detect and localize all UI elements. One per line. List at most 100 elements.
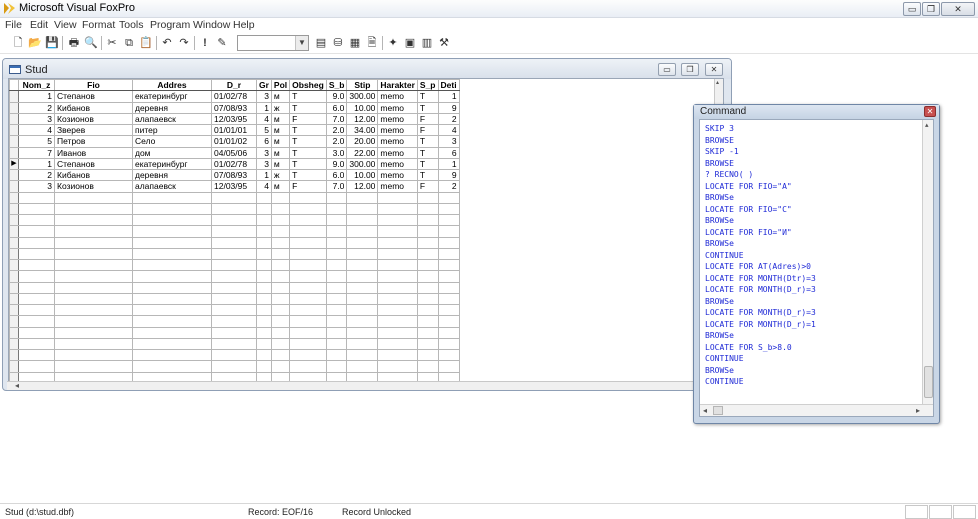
cell-pol[interactable]: ж: [270, 168, 291, 182]
cell-s_p[interactable]: T: [416, 90, 439, 103]
redo-icon[interactable]: ↷: [176, 35, 192, 51]
grid-horizontal-scrollbar[interactable]: ◂: [7, 381, 723, 390]
cell-s_b[interactable]: 9.0: [325, 90, 348, 103]
cell-d_r[interactable]: 01/01/02: [211, 135, 257, 148]
cell-pol[interactable]: м: [270, 135, 291, 148]
column-header-deti[interactable]: Deti: [437, 79, 460, 92]
column-header-s_p[interactable]: S_p: [416, 79, 439, 92]
cell-d_r[interactable]: 07/08/93: [211, 168, 257, 182]
cell-deti[interactable]: 9: [437, 101, 460, 114]
menu-tools[interactable]: Tools: [119, 19, 144, 31]
command-line[interactable]: BROWSe: [705, 192, 816, 204]
menu-program[interactable]: Program: [150, 19, 190, 31]
form-designer-icon[interactable]: ▣: [402, 35, 418, 51]
cell-harakter[interactable]: memo: [377, 135, 418, 148]
cell-addres[interactable]: питер: [132, 123, 212, 137]
column-header-nom_z[interactable]: Nom_z: [18, 79, 55, 92]
command-line[interactable]: LOCATE FOR MONTH(D_r)=1: [705, 319, 816, 331]
cell-s_b[interactable]: 6.0: [325, 168, 348, 182]
cell-s_b[interactable]: 3.0: [325, 146, 348, 159]
cell-obsheg[interactable]: T: [289, 101, 327, 114]
cell-s_b[interactable]: 7.0: [325, 180, 348, 193]
record-selector[interactable]: [9, 123, 19, 137]
cell-d_r[interactable]: 12/03/95: [211, 180, 257, 193]
cell-fio[interactable]: Петров: [54, 135, 133, 148]
cell-pol[interactable]: м: [270, 90, 291, 103]
scroll-right-icon[interactable]: ▸: [916, 406, 920, 415]
cell-harakter[interactable]: memo: [377, 90, 418, 103]
command-line[interactable]: BROWSE: [705, 158, 816, 170]
cell-obsheg[interactable]: T: [289, 90, 327, 103]
cell-gr[interactable]: 4: [256, 112, 272, 126]
command-line[interactable]: LOCATE FOR FIO="И": [705, 227, 816, 239]
cell-gr[interactable]: 4: [256, 180, 272, 193]
cell-deti[interactable]: 2: [437, 180, 460, 193]
record-selector[interactable]: [9, 112, 19, 126]
code-icon[interactable]: 🗎: [364, 35, 380, 51]
scroll-up-icon[interactable]: ▴: [925, 121, 929, 129]
command-line[interactable]: ? RECNO( ): [705, 169, 816, 181]
record-selector[interactable]: [9, 168, 19, 182]
menu-window[interactable]: Window: [193, 19, 230, 31]
cell-nom_z[interactable]: 4: [18, 123, 55, 137]
record-selector[interactable]: [9, 146, 19, 159]
cell-obsheg[interactable]: T: [289, 157, 327, 171]
cell-pol[interactable]: м: [270, 157, 291, 171]
command-line[interactable]: BROWSe: [705, 296, 816, 308]
cell-nom_z[interactable]: 7: [18, 146, 55, 159]
cell-deti[interactable]: 4: [437, 123, 460, 137]
cell-addres[interactable]: алапаевск: [132, 180, 212, 193]
table-row[interactable]: 5 Петров Село 01/01/02 6 м T 2.0 20.00 memo T 3: [9, 135, 460, 148]
chevron-down-icon[interactable]: ▼: [295, 36, 308, 50]
command-line[interactable]: BROWSe: [705, 330, 816, 342]
command-line[interactable]: SKIP 3: [705, 123, 816, 135]
cell-stip[interactable]: 10.00: [346, 101, 379, 114]
cell-gr[interactable]: 6: [256, 135, 272, 148]
cut-icon[interactable]: ✂: [104, 35, 120, 51]
cell-s_p[interactable]: T: [416, 146, 439, 159]
cell-obsheg[interactable]: F: [289, 112, 327, 126]
menu-view[interactable]: View: [54, 19, 77, 31]
cell-nom_z[interactable]: 5: [18, 135, 55, 148]
cell-fio[interactable]: Степанов: [54, 157, 133, 171]
print-preview-icon[interactable]: 🔍: [83, 35, 99, 51]
current-record-icon[interactable]: ▶: [9, 157, 19, 171]
cell-d_r[interactable]: 12/03/95: [211, 112, 257, 126]
command-line[interactable]: LOCATE FOR S_b>8.0: [705, 342, 816, 354]
scroll-left-icon[interactable]: ◂: [703, 406, 707, 415]
cell-pol[interactable]: м: [270, 146, 291, 159]
cell-s_p[interactable]: F: [416, 180, 439, 193]
cell-deti[interactable]: 3: [437, 135, 460, 148]
save-icon[interactable]: 💾: [44, 35, 60, 51]
builder-icon[interactable]: ⚒: [436, 35, 452, 51]
column-header-s_b[interactable]: S_b: [325, 79, 348, 92]
cell-nom_z[interactable]: 1: [18, 90, 55, 103]
cell-pol[interactable]: м: [270, 112, 291, 126]
column-header-stip[interactable]: Stip: [346, 79, 379, 92]
scroll-thumb[interactable]: [924, 366, 933, 398]
column-header-gr[interactable]: Gr: [256, 79, 272, 92]
cell-stip[interactable]: 34.00: [346, 123, 379, 137]
table-row[interactable]: 2 Кибанов деревня 07/08/93 1 ж T 6.0 10.00 memo T 9: [9, 168, 460, 182]
cell-d_r[interactable]: 01/02/78: [211, 90, 257, 103]
cell-obsheg[interactable]: T: [289, 146, 327, 159]
cell-s_p[interactable]: T: [416, 157, 439, 171]
cell-d_r[interactable]: 01/02/78: [211, 157, 257, 171]
cell-stip[interactable]: 12.00: [346, 180, 379, 193]
cell-d_r[interactable]: 04/05/06: [211, 146, 257, 159]
cell-harakter[interactable]: memo: [377, 123, 418, 137]
cell-addres[interactable]: екатеринбург: [132, 90, 212, 103]
menu-edit[interactable]: Edit: [30, 19, 48, 31]
cell-deti[interactable]: 9: [437, 168, 460, 182]
record-selector[interactable]: [9, 90, 19, 103]
command-line[interactable]: SKIP -1: [705, 146, 816, 158]
cell-harakter[interactable]: memo: [377, 101, 418, 114]
cell-deti[interactable]: 1: [437, 157, 460, 171]
app-close-button[interactable]: ✕: [941, 2, 975, 16]
cell-d_r[interactable]: 07/08/93: [211, 101, 257, 114]
record-selector[interactable]: [9, 135, 19, 148]
new-icon[interactable]: 🗋: [10, 35, 26, 51]
browse-grid[interactable]: Nom_z Fio Addres D_r Gr Pol Obsheg S_b Stip Harak…: [8, 78, 724, 387]
command-line[interactable]: LOCATE FOR FIO="A": [705, 181, 816, 193]
cell-fio[interactable]: Козионов: [54, 180, 133, 193]
